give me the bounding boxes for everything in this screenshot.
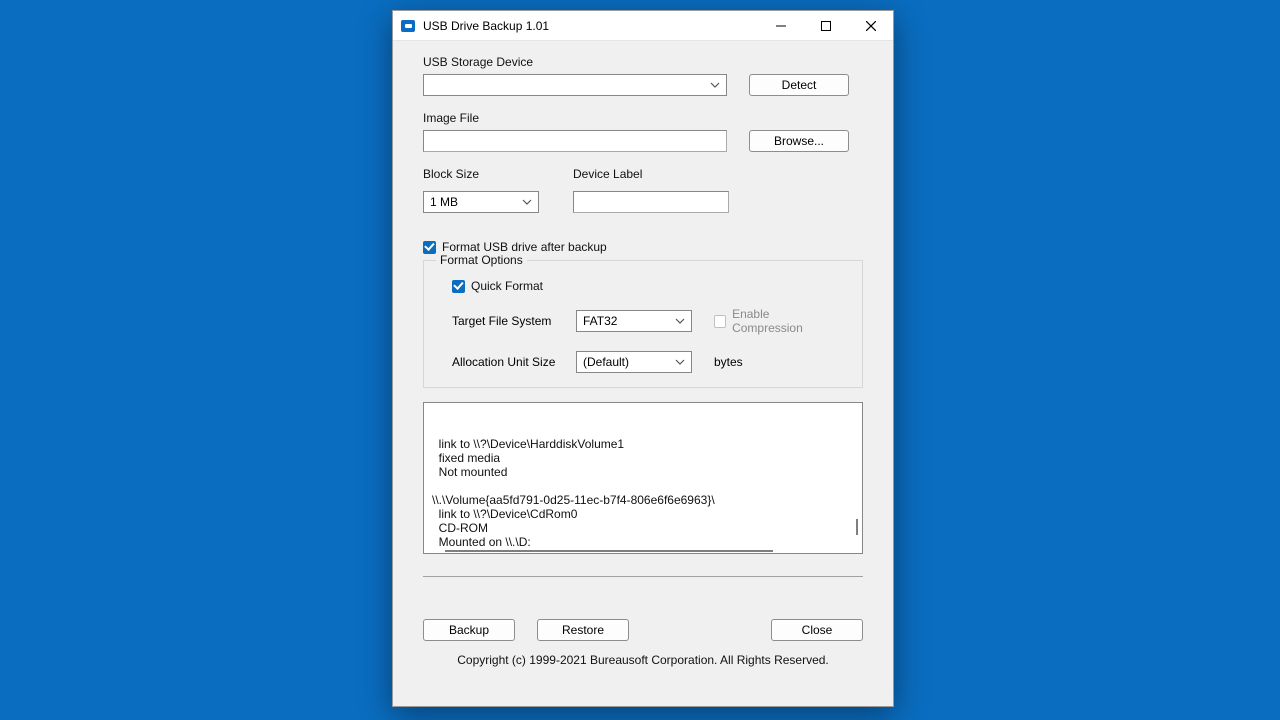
format-after-checkbox[interactable]: Format USB drive after backup [423, 240, 863, 254]
alloc-unit-label: Allocation Unit Size [452, 355, 570, 369]
device-label-label: Device Label [573, 167, 642, 181]
image-file-input[interactable] [423, 130, 727, 152]
usb-device-label: USB Storage Device [423, 55, 863, 69]
chevron-down-icon [675, 359, 685, 365]
checkbox-icon [423, 241, 436, 254]
chevron-down-icon [710, 82, 720, 88]
app-window: USB Drive Backup 1.01 USB Storage Device… [392, 10, 894, 707]
bytes-label: bytes [714, 355, 834, 369]
target-fs-value: FAT32 [583, 314, 617, 328]
checkbox-icon [714, 315, 726, 328]
format-options-group: Format Options Quick Format Target File … [423, 260, 863, 388]
quick-format-checkbox[interactable]: Quick Format [452, 279, 834, 293]
close-button[interactable] [848, 11, 893, 40]
image-file-label: Image File [423, 111, 863, 125]
chevron-down-icon [675, 318, 685, 324]
copyright-text: Copyright (c) 1999-2021 Bureausoft Corpo… [423, 653, 863, 667]
enable-compression-label: Enable Compression [732, 307, 834, 335]
chevron-down-icon [522, 199, 532, 205]
target-fs-label: Target File System [452, 314, 570, 328]
format-after-label: Format USB drive after backup [442, 240, 607, 254]
maximize-button[interactable] [803, 11, 848, 40]
backup-button[interactable]: Backup [423, 619, 515, 641]
scrollbar-horizontal[interactable] [445, 550, 773, 552]
target-fs-select[interactable]: FAT32 [576, 310, 692, 332]
detect-button[interactable]: Detect [749, 74, 849, 96]
log-output[interactable]: link to \\?\Device\HarddiskVolume1 fixed… [423, 402, 863, 554]
alloc-unit-select[interactable]: (Default) [576, 351, 692, 373]
client-area: USB Storage Device Detect Image File Bro… [393, 41, 893, 677]
titlebar: USB Drive Backup 1.01 [393, 11, 893, 41]
restore-button[interactable]: Restore [537, 619, 629, 641]
browse-button[interactable]: Browse... [749, 130, 849, 152]
block-size-value: 1 MB [430, 195, 458, 209]
alloc-unit-value: (Default) [583, 355, 629, 369]
enable-compression-checkbox[interactable]: Enable Compression [714, 307, 834, 335]
checkbox-icon [452, 280, 465, 293]
usb-device-select[interactable] [423, 74, 727, 96]
format-options-legend: Format Options [436, 253, 527, 267]
block-size-label: Block Size [423, 167, 539, 181]
device-label-input[interactable] [573, 191, 729, 213]
divider [423, 576, 863, 577]
log-text: link to \\?\Device\HarddiskVolume1 fixed… [424, 437, 862, 549]
app-icon [401, 20, 415, 32]
scrollbar-vertical[interactable] [856, 519, 858, 535]
block-size-select[interactable]: 1 MB [423, 191, 539, 213]
quick-format-label: Quick Format [471, 279, 543, 293]
window-title: USB Drive Backup 1.01 [423, 19, 758, 33]
close-app-button[interactable]: Close [771, 619, 863, 641]
minimize-button[interactable] [758, 11, 803, 40]
